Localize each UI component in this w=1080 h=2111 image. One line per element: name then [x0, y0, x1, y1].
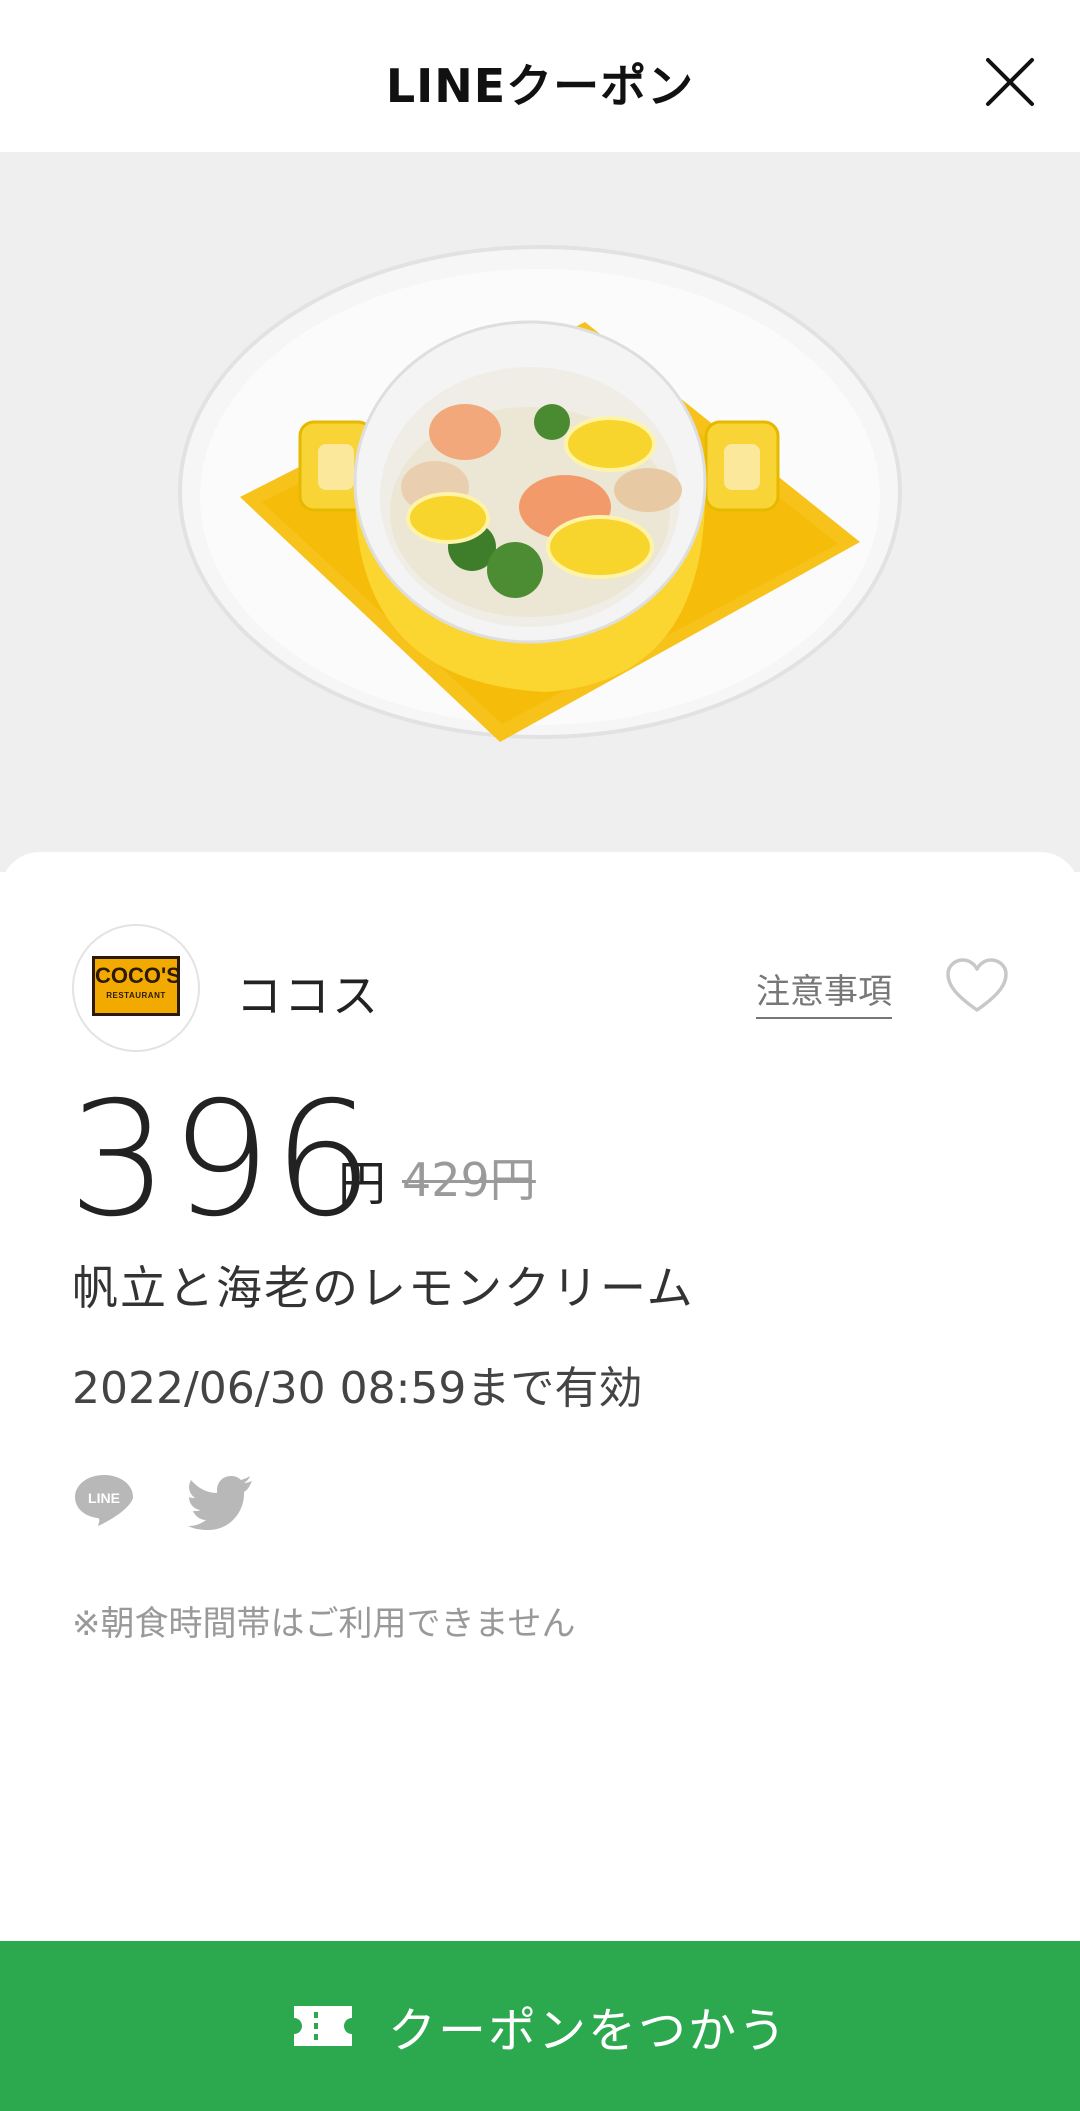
share-twitter-button[interactable]	[188, 1474, 254, 1530]
logo-subtext: RESTAURANT	[106, 991, 166, 1000]
coupon-card: COCO'S RESTAURANT ココス 注意事項 396 円 429円 帆立…	[0, 852, 1080, 1942]
product-name: 帆立と海老のレモンクリーム	[72, 1261, 695, 1315]
use-coupon-button[interactable]: クーポンをつかう	[0, 1941, 1080, 2111]
use-coupon-button-content: クーポンをつかう	[0, 1941, 1080, 2111]
logo-text: COCO'S	[95, 963, 181, 988]
price-current: 396	[68, 1068, 376, 1252]
ticket-icon	[293, 2006, 352, 2046]
coupon-page: LINEクーポン COCO'S RESTAURANT ココス 注意事項 396 …	[0, 0, 1080, 2111]
product-image	[0, 152, 1080, 872]
page-title: LINEクーポン	[385, 59, 695, 113]
price-unit: 円	[338, 1156, 387, 1212]
store-name: ココス	[236, 969, 380, 1023]
food-photo	[178, 245, 902, 742]
heart-icon	[946, 958, 1008, 1012]
close-icon	[986, 58, 1034, 106]
twitter-share-icon	[188, 1476, 252, 1530]
valid-until: 2022/06/30 08:59まで有効	[72, 1363, 643, 1414]
header: LINEクーポン	[0, 0, 1080, 152]
usage-note: ※朝食時間帯はご利用できません	[72, 1604, 576, 1644]
price-original: 429円	[402, 1153, 536, 1207]
svg-text:LINE: LINE	[88, 1490, 120, 1506]
use-coupon-label: クーポンをつかう	[387, 2003, 788, 2059]
line-share-icon: LINE	[75, 1475, 133, 1526]
notes-link[interactable]: 注意事項	[756, 964, 892, 1019]
store-logo: COCO'S RESTAURANT	[72, 924, 200, 1052]
favorite-button[interactable]	[946, 958, 1008, 1014]
cocos-logo: COCO'S RESTAURANT	[92, 956, 181, 1016]
share-line-button[interactable]: LINE	[72, 1472, 136, 1528]
close-button[interactable]	[980, 52, 1040, 112]
